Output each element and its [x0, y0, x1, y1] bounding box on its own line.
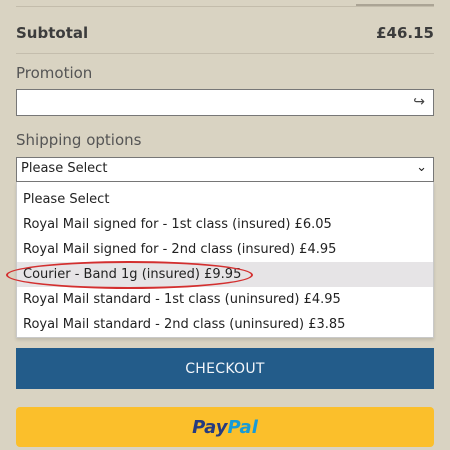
paypal-logo-pal: Pal — [227, 416, 258, 438]
shipping-options-label: Shipping options — [16, 131, 142, 149]
enter-arrow-icon[interactable]: ↪ — [413, 94, 425, 110]
shipping-dropdown-list: Please Select Royal Mail signed for - 1s… — [16, 182, 434, 338]
shipping-option[interactable]: Royal Mail standard - 1st class (uninsur… — [17, 287, 433, 312]
promotion-input[interactable] — [17, 90, 409, 115]
shipping-option[interactable]: Royal Mail standard - 2nd class (uninsur… — [17, 312, 433, 337]
chevron-down-icon: ⌄ — [416, 160, 427, 175]
paypal-logo-pay: Pay — [192, 416, 228, 438]
promotion-field[interactable]: ↪ — [16, 89, 434, 116]
shipping-option-highlighted[interactable]: Courier - Band 1g (insured) £9.95 — [17, 262, 433, 287]
subtotal-value: £46.15 — [376, 24, 434, 42]
divider — [16, 53, 434, 54]
promotion-label: Promotion — [16, 64, 93, 82]
paypal-button[interactable]: Pay Pal — [16, 407, 434, 447]
previous-row-fragment — [16, 0, 434, 7]
shipping-select[interactable]: Please Select ⌄ — [16, 157, 434, 182]
cropped-link-fragment — [356, 0, 434, 6]
shipping-option[interactable]: Please Select — [17, 187, 433, 212]
shipping-select-value: Please Select — [21, 161, 108, 176]
subtotal-label: Subtotal — [16, 24, 89, 42]
checkout-button[interactable]: CHECKOUT — [16, 348, 434, 389]
shipping-option[interactable]: Royal Mail signed for - 2nd class (insur… — [17, 237, 433, 262]
shipping-option[interactable]: Royal Mail signed for - 1st class (insur… — [17, 212, 433, 237]
subtotal-row: Subtotal £46.15 — [16, 18, 434, 48]
